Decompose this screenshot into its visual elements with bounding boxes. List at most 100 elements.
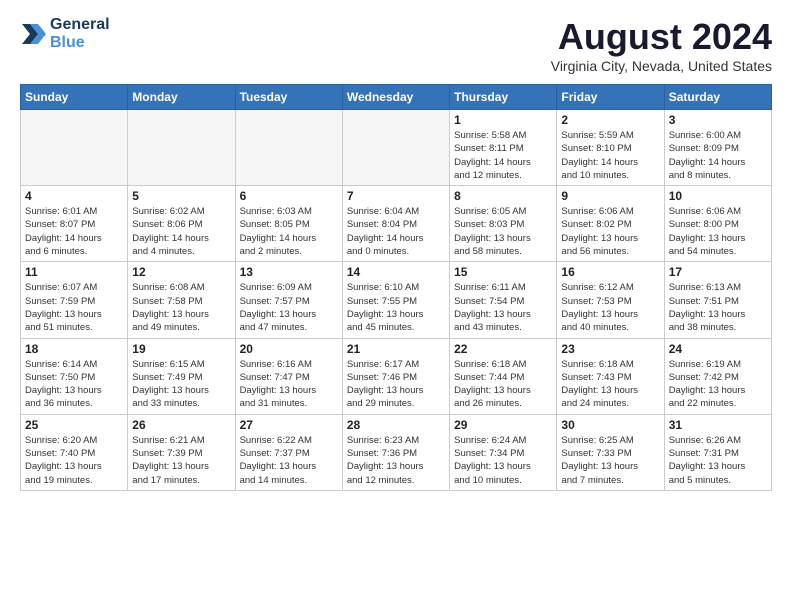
day-number: 15	[454, 265, 552, 279]
day-number: 5	[132, 189, 230, 203]
day-cell: 25 Sunrise: 6:20 AM Sunset: 7:40 PM Dayli…	[21, 414, 128, 490]
day-number: 9	[561, 189, 659, 203]
day-detail: Sunrise: 6:23 AM Sunset: 7:36 PM Dayligh…	[347, 434, 445, 487]
day-number: 24	[669, 342, 767, 356]
day-number: 4	[25, 189, 123, 203]
day-detail: Sunrise: 6:22 AM Sunset: 7:37 PM Dayligh…	[240, 434, 338, 487]
day-cell: 19 Sunrise: 6:15 AM Sunset: 7:49 PM Dayli…	[128, 338, 235, 414]
calendar-table: Sunday Monday Tuesday Wednesday Thursday…	[20, 84, 772, 491]
day-number: 1	[454, 113, 552, 127]
week-row-2: 11 Sunrise: 6:07 AM Sunset: 7:59 PM Dayli…	[21, 262, 772, 338]
day-number: 27	[240, 418, 338, 432]
day-detail: Sunrise: 6:12 AM Sunset: 7:53 PM Dayligh…	[561, 281, 659, 334]
day-cell: 26Sunrise: 6:21 AM Sunset: 7:39 PM Dayli…	[128, 414, 235, 490]
day-cell: 20 Sunrise: 6:16 AM Sunset: 7:47 PM Dayli…	[235, 338, 342, 414]
page: General Blue August 2024 Virginia City, …	[0, 0, 792, 612]
col-thursday: Thursday	[450, 85, 557, 110]
day-number: 21	[347, 342, 445, 356]
header: General Blue August 2024 Virginia City, …	[20, 16, 772, 74]
title-area: August 2024 Virginia City, Nevada, Unite…	[551, 16, 772, 74]
week-row-3: 18 Sunrise: 6:14 AM Sunset: 7:50 PM Dayli…	[21, 338, 772, 414]
day-number: 20	[240, 342, 338, 356]
day-cell: 22Sunrise: 6:18 AM Sunset: 7:44 PM Dayli…	[450, 338, 557, 414]
col-tuesday: Tuesday	[235, 85, 342, 110]
day-cell: 5Sunrise: 6:02 AM Sunset: 8:06 PM Daylig…	[128, 186, 235, 262]
day-number: 10	[669, 189, 767, 203]
day-cell	[21, 110, 128, 186]
day-cell: 10 Sunrise: 6:06 AM Sunset: 8:00 PM Dayli…	[664, 186, 771, 262]
day-detail: Sunrise: 6:08 AM Sunset: 7:58 PM Dayligh…	[132, 281, 230, 334]
day-detail: Sunrise: 6:09 AM Sunset: 7:57 PM Dayligh…	[240, 281, 338, 334]
day-cell: 24 Sunrise: 6:19 AM Sunset: 7:42 PM Dayli…	[664, 338, 771, 414]
day-number: 30	[561, 418, 659, 432]
day-cell: 28 Sunrise: 6:23 AM Sunset: 7:36 PM Dayli…	[342, 414, 449, 490]
day-number: 19	[132, 342, 230, 356]
day-cell: 7 Sunrise: 6:04 AM Sunset: 8:04 PM Daylig…	[342, 186, 449, 262]
day-detail: Sunrise: 6:01 AM Sunset: 8:07 PM Dayligh…	[25, 205, 123, 258]
day-cell	[128, 110, 235, 186]
day-number: 6	[240, 189, 338, 203]
location: Virginia City, Nevada, United States	[551, 58, 772, 74]
day-number: 7	[347, 189, 445, 203]
day-detail: Sunrise: 6:00 AM Sunset: 8:09 PM Dayligh…	[669, 129, 767, 182]
col-sunday: Sunday	[21, 85, 128, 110]
day-detail: Sunrise: 6:18 AM Sunset: 7:44 PM Dayligh…	[454, 358, 552, 411]
day-detail: Sunrise: 5:58 AM Sunset: 8:11 PM Dayligh…	[454, 129, 552, 182]
week-row-4: 25 Sunrise: 6:20 AM Sunset: 7:40 PM Dayli…	[21, 414, 772, 490]
day-detail: Sunrise: 6:06 AM Sunset: 8:02 PM Dayligh…	[561, 205, 659, 258]
day-detail: Sunrise: 6:13 AM Sunset: 7:51 PM Dayligh…	[669, 281, 767, 334]
day-detail: Sunrise: 6:07 AM Sunset: 7:59 PM Dayligh…	[25, 281, 123, 334]
day-cell: 4 Sunrise: 6:01 AM Sunset: 8:07 PM Daylig…	[21, 186, 128, 262]
day-number: 18	[25, 342, 123, 356]
day-cell	[342, 110, 449, 186]
day-cell: 11 Sunrise: 6:07 AM Sunset: 7:59 PM Dayli…	[21, 262, 128, 338]
day-detail: Sunrise: 6:25 AM Sunset: 7:33 PM Dayligh…	[561, 434, 659, 487]
day-cell: 9 Sunrise: 6:06 AM Sunset: 8:02 PM Daylig…	[557, 186, 664, 262]
day-detail: Sunrise: 6:20 AM Sunset: 7:40 PM Dayligh…	[25, 434, 123, 487]
col-wednesday: Wednesday	[342, 85, 449, 110]
week-row-1: 4 Sunrise: 6:01 AM Sunset: 8:07 PM Daylig…	[21, 186, 772, 262]
day-cell: 23Sunrise: 6:18 AM Sunset: 7:43 PM Dayli…	[557, 338, 664, 414]
day-cell: 12Sunrise: 6:08 AM Sunset: 7:58 PM Dayli…	[128, 262, 235, 338]
day-cell: 30 Sunrise: 6:25 AM Sunset: 7:33 PM Dayli…	[557, 414, 664, 490]
day-detail: Sunrise: 6:04 AM Sunset: 8:04 PM Dayligh…	[347, 205, 445, 258]
day-number: 14	[347, 265, 445, 279]
day-detail: Sunrise: 6:11 AM Sunset: 7:54 PM Dayligh…	[454, 281, 552, 334]
day-cell: 3 Sunrise: 6:00 AM Sunset: 8:09 PM Daylig…	[664, 110, 771, 186]
day-detail: Sunrise: 6:03 AM Sunset: 8:05 PM Dayligh…	[240, 205, 338, 258]
day-cell	[235, 110, 342, 186]
day-detail: Sunrise: 6:14 AM Sunset: 7:50 PM Dayligh…	[25, 358, 123, 411]
logo-text: General Blue	[50, 16, 110, 52]
day-detail: Sunrise: 6:10 AM Sunset: 7:55 PM Dayligh…	[347, 281, 445, 334]
day-detail: Sunrise: 6:19 AM Sunset: 7:42 PM Dayligh…	[669, 358, 767, 411]
day-cell: 21 Sunrise: 6:17 AM Sunset: 7:46 PM Dayli…	[342, 338, 449, 414]
day-number: 16	[561, 265, 659, 279]
day-number: 13	[240, 265, 338, 279]
header-row: Sunday Monday Tuesday Wednesday Thursday…	[21, 85, 772, 110]
day-cell: 15 Sunrise: 6:11 AM Sunset: 7:54 PM Dayli…	[450, 262, 557, 338]
day-cell: 17 Sunrise: 6:13 AM Sunset: 7:51 PM Dayli…	[664, 262, 771, 338]
day-number: 28	[347, 418, 445, 432]
day-number: 26	[132, 418, 230, 432]
day-cell: 18 Sunrise: 6:14 AM Sunset: 7:50 PM Dayli…	[21, 338, 128, 414]
day-cell: 8Sunrise: 6:05 AM Sunset: 8:03 PM Daylig…	[450, 186, 557, 262]
day-detail: Sunrise: 6:17 AM Sunset: 7:46 PM Dayligh…	[347, 358, 445, 411]
day-number: 11	[25, 265, 123, 279]
day-cell: 1 Sunrise: 5:58 AM Sunset: 8:11 PM Daylig…	[450, 110, 557, 186]
day-detail: Sunrise: 6:06 AM Sunset: 8:00 PM Dayligh…	[669, 205, 767, 258]
day-detail: Sunrise: 6:26 AM Sunset: 7:31 PM Dayligh…	[669, 434, 767, 487]
day-number: 23	[561, 342, 659, 356]
day-cell: 2 Sunrise: 5:59 AM Sunset: 8:10 PM Daylig…	[557, 110, 664, 186]
day-number: 17	[669, 265, 767, 279]
day-cell: 31 Sunrise: 6:26 AM Sunset: 7:31 PM Dayli…	[664, 414, 771, 490]
day-number: 25	[25, 418, 123, 432]
col-monday: Monday	[128, 85, 235, 110]
day-detail: Sunrise: 6:15 AM Sunset: 7:49 PM Dayligh…	[132, 358, 230, 411]
day-number: 2	[561, 113, 659, 127]
month-title: August 2024	[551, 16, 772, 58]
day-detail: Sunrise: 5:59 AM Sunset: 8:10 PM Dayligh…	[561, 129, 659, 182]
day-detail: Sunrise: 6:16 AM Sunset: 7:47 PM Dayligh…	[240, 358, 338, 411]
day-number: 3	[669, 113, 767, 127]
day-number: 31	[669, 418, 767, 432]
day-cell: 6 Sunrise: 6:03 AM Sunset: 8:05 PM Daylig…	[235, 186, 342, 262]
